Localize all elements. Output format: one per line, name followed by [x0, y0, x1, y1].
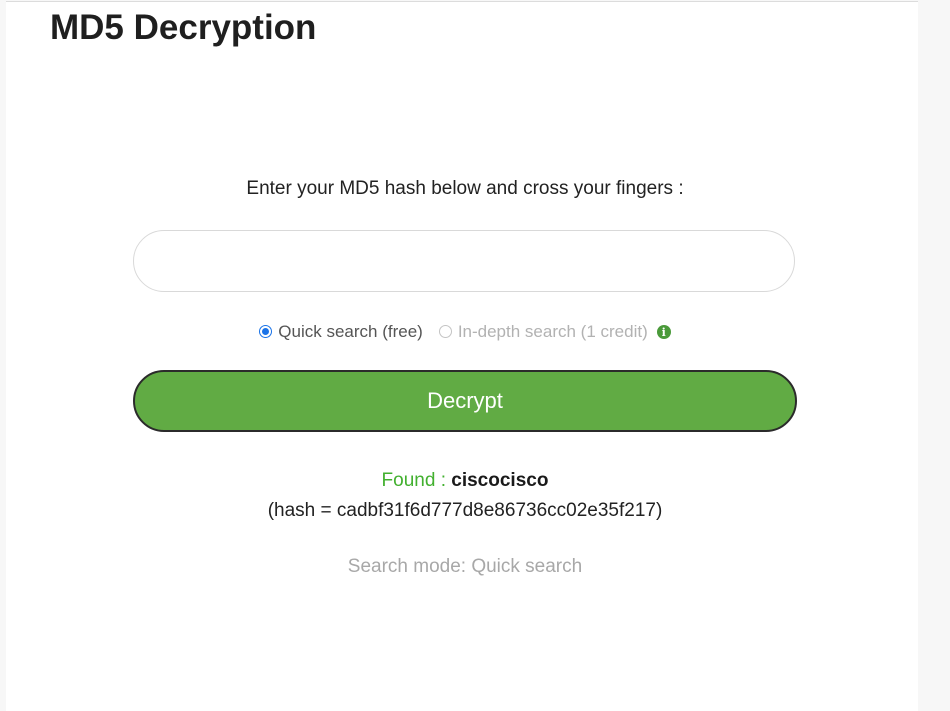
quick-search-radio[interactable] — [259, 324, 273, 338]
in-depth-search-radio[interactable] — [438, 324, 452, 338]
in-depth-search-label: In-depth search (1 credit) — [457, 322, 648, 341]
found-label: Found : — [381, 470, 452, 491]
search-mode-options: Quick search (free) In-depth search (1 c… — [6, 322, 924, 342]
right-gutter — [918, 0, 950, 710]
main-content: MD5 Decryption Enter your MD5 hash below… — [6, 1, 918, 711]
found-value: ciscocisco — [451, 470, 549, 491]
instruction-text: Enter your MD5 hash below and cross your… — [246, 178, 684, 199]
quick-search-label: Quick search (free) — [278, 322, 423, 341]
info-icon[interactable]: i — [656, 325, 671, 339]
search-mode-text: Search mode: Quick search — [347, 556, 583, 577]
result-block: Found : ciscocisco (hash = cadbf31f6d777… — [6, 466, 924, 526]
found-line: Found : ciscocisco — [6, 466, 924, 496]
page-title: MD5 Decryption — [50, 8, 317, 47]
hash-line: (hash = cadbf31f6d777d8e86736cc02e35f217… — [267, 500, 663, 521]
in-depth-search-option[interactable]: In-depth search (1 credit) — [438, 322, 648, 342]
quick-search-option[interactable]: Quick search (free) — [259, 322, 423, 342]
hash-input[interactable] — [133, 230, 795, 292]
decrypt-button[interactable]: Decrypt — [133, 370, 797, 432]
